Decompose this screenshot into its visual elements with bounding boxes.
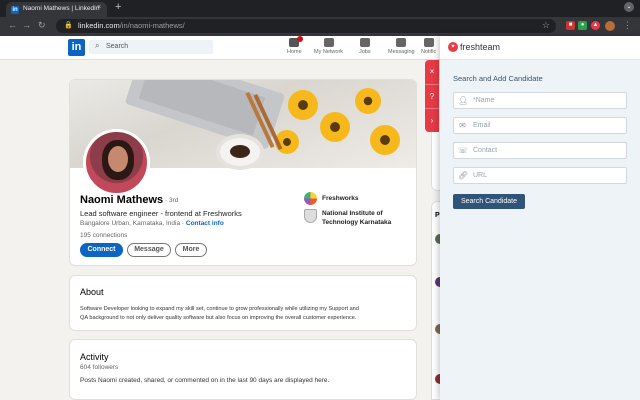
profile-card: Naomi Mathews · 3rd Lead software engine… [69,79,417,266]
reload-button[interactable]: ↻ [38,20,46,31]
tab-title: Naomi Mathews | LinkedIn [23,5,100,12]
coffee-cup-image [220,138,260,166]
about-heading: About [80,287,104,297]
freshteam-panel: ✦ freshteam Search and Add Candidate 👤︎ … [440,36,640,400]
bookmark-star-icon[interactable]: ☆ [542,20,550,31]
notification-badge [297,36,303,42]
link-icon: 🔗︎ [458,171,469,180]
people-icon [323,38,334,47]
profile-photo[interactable] [83,129,150,196]
browser-tab[interactable]: in Naomi Mathews | LinkedIn × [6,2,107,17]
extension-icon[interactable]: ■ [566,21,575,30]
bell-icon [423,38,434,47]
connect-button[interactable]: Connect [80,243,123,257]
lock-icon: 🔒 [64,22,73,29]
flower-image [355,88,381,114]
email-field[interactable]: ✉ Email [453,117,627,134]
freshworks-logo [304,192,317,205]
address-bar[interactable]: 🔒 linkedin.com/in/naomi-mathews/ ☆ [56,19,556,33]
phone-icon: ☏ [458,146,469,155]
profile-avatar[interactable] [605,21,615,31]
name-field[interactable]: 👤︎ *Name [453,92,627,109]
tab-close-icon[interactable]: × [97,4,101,11]
nav-messaging[interactable]: Messaging [388,38,415,55]
linkedin-logo[interactable]: in [68,39,85,56]
followers-count: 604 followers [80,364,119,371]
mail-icon: ✉ [459,121,466,130]
connection-degree: · 3rd [165,197,179,204]
search-input[interactable]: ⌕ Search [89,40,213,54]
flower-image [370,125,400,155]
connections-count[interactable]: 195 connections [80,232,127,239]
linkedin-favicon-icon: in [11,6,19,14]
about-text-line1: Software Developer looking to expand my … [80,306,359,312]
contact-info-link[interactable]: Contact info [186,220,224,227]
briefcase-icon [359,38,370,47]
flower-image [320,112,350,142]
chrome-menu-icon[interactable]: ⋮ [623,20,632,31]
about-text-line2: QA background to not only deliver qualit… [80,315,357,321]
message-button[interactable]: Message [127,243,171,257]
activity-heading: Activity [80,352,109,362]
contact-field[interactable]: ☏ Contact [453,142,627,159]
company-name[interactable]: Freshworks [322,195,359,202]
school-name-line1[interactable]: National Institute of [322,210,383,217]
activity-card: Activity 604 followers Posts Naomi creat… [69,339,417,400]
activity-text: Posts Naomi created, shared, or commente… [80,377,330,384]
close-icon[interactable]: × [425,60,439,84]
forward-button[interactable]: → [22,20,31,30]
collapse-icon[interactable]: › [425,108,439,132]
chat-icon [396,38,407,47]
freshteam-body: Search and Add Candidate 👤︎ *Name ✉ Emai… [440,60,640,400]
profile-name: Naomi Mathews [80,194,164,206]
nitk-logo [304,209,317,223]
window-menu-icon[interactable]: ⌄ [624,2,634,12]
nav-jobs[interactable]: Jobs [359,38,371,55]
freshteam-brand: freshteam [460,42,501,52]
panel-title: Search and Add Candidate [453,74,543,83]
search-icon: ⌕ [95,41,100,50]
new-tab-button[interactable]: + [115,1,121,13]
help-icon[interactable]: ? [425,84,439,108]
url-field[interactable]: 🔗︎ URL [453,167,627,184]
browser-tab-strip: in Naomi Mathews | LinkedIn × + ⌄ [0,0,640,17]
flower-image [288,90,318,120]
profile-headline: Lead software engineer - frontend at Fre… [80,209,242,218]
url-text: linkedin.com/in/naomi-mathews/ [78,21,185,30]
search-candidate-button[interactable]: Search Candidate [453,194,525,209]
school-name-line2[interactable]: Technology Karnataka [322,219,391,226]
about-card: About Software Developer looking to expa… [69,275,417,331]
browser-toolbar: ← → ↻ 🔒 linkedin.com/in/naomi-mathews/ ☆… [0,17,640,36]
profile-location: Bangalore Urban, Karnataka, India · Cont… [80,220,224,227]
freshteam-header: ✦ freshteam [440,36,640,60]
back-button[interactable]: ← [8,20,17,30]
nav-notifications[interactable]: Notific [421,38,436,55]
freshteam-side-toolbar: × ? › [425,60,439,132]
nav-home[interactable]: Home [287,36,303,55]
freshteam-logo-icon: ✦ [448,42,458,52]
more-button[interactable]: More [175,243,207,257]
nav-my-network[interactable]: My Network [314,38,343,55]
person-icon: 👤︎ [458,96,469,105]
freshteam-extension-icon[interactable]: ▲ [591,21,600,30]
extension-icon[interactable]: ● [578,21,587,30]
